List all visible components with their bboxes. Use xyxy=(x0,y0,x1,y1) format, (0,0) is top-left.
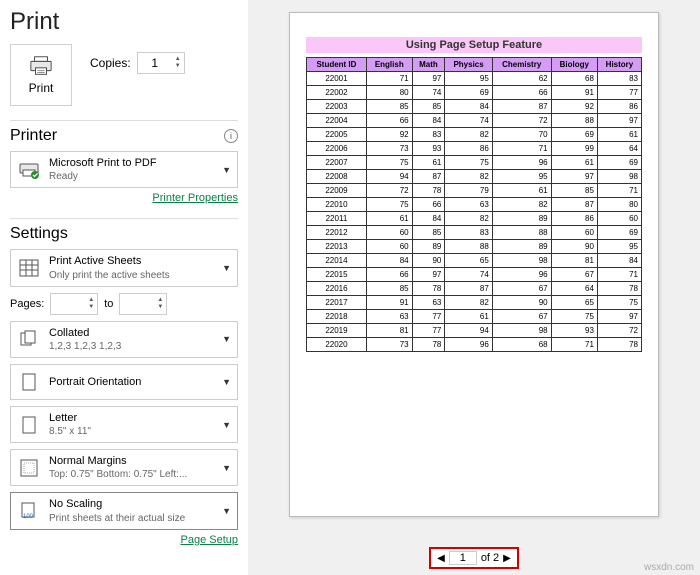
printer-heading: Printer xyxy=(10,127,57,145)
pages-label: Pages: xyxy=(10,298,44,310)
printer-icon xyxy=(29,55,53,77)
table-row: 22011618482898660 xyxy=(307,212,642,226)
table-row: 22018637761677597 xyxy=(307,310,642,324)
table-header: Biology xyxy=(551,58,597,72)
down-arrow-icon[interactable]: ▼ xyxy=(175,63,181,70)
scaling-sub: Print sheets at their actual size xyxy=(49,512,185,525)
chevron-down-icon: ▼ xyxy=(222,506,231,516)
table-header: History xyxy=(597,58,641,72)
table-row: 22014849065988184 xyxy=(307,254,642,268)
chevron-down-icon: ▼ xyxy=(222,463,231,473)
settings-heading: Settings xyxy=(10,225,68,243)
preview-table: Student IDEnglishMathPhysicsChemistryBio… xyxy=(306,57,642,352)
table-row: 22001719795626883 xyxy=(307,72,642,86)
table-header: Physics xyxy=(445,58,492,72)
print-button-label: Print xyxy=(29,81,54,95)
printer-name: Microsoft Print to PDF xyxy=(49,156,157,170)
scaling-icon: 100 xyxy=(17,502,41,520)
watermark: wsxdn.com xyxy=(644,562,694,573)
printer-selector[interactable]: Microsoft Print to PDF Ready ▼ xyxy=(10,151,238,188)
collation-selector[interactable]: Collated 1,2,3 1,2,3 1,2,3 ▼ xyxy=(10,321,238,358)
copies-label: Copies: xyxy=(90,56,131,70)
paper-label: Letter xyxy=(49,411,91,425)
collation-sub: 1,2,3 1,2,3 1,2,3 xyxy=(49,340,121,353)
table-row: 22003858584879286 xyxy=(307,100,642,114)
to-label: to xyxy=(104,298,113,310)
svg-text:100: 100 xyxy=(23,514,34,520)
pages-to-input[interactable] xyxy=(120,297,154,311)
printer-properties-link[interactable]: Printer Properties xyxy=(10,192,238,204)
collated-icon xyxy=(17,330,41,348)
printer-device-icon xyxy=(17,161,41,179)
table-row: 22016857887676478 xyxy=(307,282,642,296)
chevron-down-icon: ▼ xyxy=(222,334,231,344)
pages-from-input[interactable] xyxy=(51,297,85,311)
table-row: 22009727879618571 xyxy=(307,184,642,198)
table-row: 22008948782959798 xyxy=(307,170,642,184)
table-row: 22015669774966771 xyxy=(307,268,642,282)
page-title: Print xyxy=(10,8,238,36)
page-icon xyxy=(17,416,41,434)
table-header: English xyxy=(366,58,412,72)
print-what-label: Print Active Sheets xyxy=(49,254,170,268)
scaling-label: No Scaling xyxy=(49,497,185,511)
margins-sub: Top: 0.75" Bottom: 0.75" Left:... xyxy=(49,468,187,481)
table-row: 22002807469669177 xyxy=(307,86,642,100)
page-setup-link[interactable]: Page Setup xyxy=(10,534,238,546)
chevron-down-icon: ▼ xyxy=(222,420,231,430)
table-row: 22013608988899095 xyxy=(307,240,642,254)
table-header: Chemistry xyxy=(492,58,551,72)
orientation-label: Portrait Orientation xyxy=(49,375,141,389)
table-header: Math xyxy=(412,58,445,72)
chevron-down-icon: ▼ xyxy=(222,377,231,387)
table-row: 22017916382906575 xyxy=(307,296,642,310)
page-count-label: of 2 xyxy=(481,552,499,564)
printer-status: Ready xyxy=(49,170,157,183)
margins-icon xyxy=(17,459,41,477)
copies-input[interactable] xyxy=(138,56,172,70)
collation-label: Collated xyxy=(49,326,121,340)
copies-stepper[interactable]: ▲▼ xyxy=(137,52,185,74)
print-button[interactable]: Print xyxy=(10,44,72,106)
table-row: 22005928382706961 xyxy=(307,128,642,142)
portrait-icon xyxy=(17,373,41,391)
next-page-icon[interactable]: ▶ xyxy=(503,553,511,564)
up-arrow-icon[interactable]: ▲ xyxy=(175,56,181,63)
table-row: 22012608583886069 xyxy=(307,226,642,240)
sheets-icon xyxy=(17,259,41,277)
paper-sub: 8.5" x 11" xyxy=(49,425,91,438)
page-number-input[interactable] xyxy=(449,551,477,565)
preview-banner: Using Page Setup Feature xyxy=(306,37,642,53)
page-navigator[interactable]: ◀ of 2 ▶ xyxy=(429,547,519,569)
print-what-sub: Only print the active sheets xyxy=(49,269,170,282)
print-preview-page: Using Page Setup Feature Student IDEngli… xyxy=(289,12,659,517)
margins-label: Normal Margins xyxy=(49,454,187,468)
pages-to-stepper[interactable]: ▲▼ xyxy=(119,293,167,315)
orientation-selector[interactable]: Portrait Orientation ▼ xyxy=(10,364,238,400)
print-what-selector[interactable]: Print Active Sheets Only print the activ… xyxy=(10,249,238,286)
table-row: 22006739386719964 xyxy=(307,142,642,156)
scaling-selector[interactable]: 100 No Scaling Print sheets at their act… xyxy=(10,492,238,529)
chevron-down-icon: ▼ xyxy=(222,165,231,175)
prev-page-icon[interactable]: ◀ xyxy=(437,553,445,564)
table-row: 22004668474728897 xyxy=(307,114,642,128)
table-header: Student ID xyxy=(307,58,367,72)
table-row: 22007756175966169 xyxy=(307,156,642,170)
info-icon[interactable]: i xyxy=(224,129,238,143)
table-row: 22010756663828780 xyxy=(307,198,642,212)
pages-from-stepper[interactable]: ▲▼ xyxy=(50,293,98,315)
margins-selector[interactable]: Normal Margins Top: 0.75" Bottom: 0.75" … xyxy=(10,449,238,486)
table-row: 22020737896687178 xyxy=(307,338,642,352)
table-row: 22019817794989372 xyxy=(307,324,642,338)
chevron-down-icon: ▼ xyxy=(222,263,231,273)
paper-selector[interactable]: Letter 8.5" x 11" ▼ xyxy=(10,406,238,443)
